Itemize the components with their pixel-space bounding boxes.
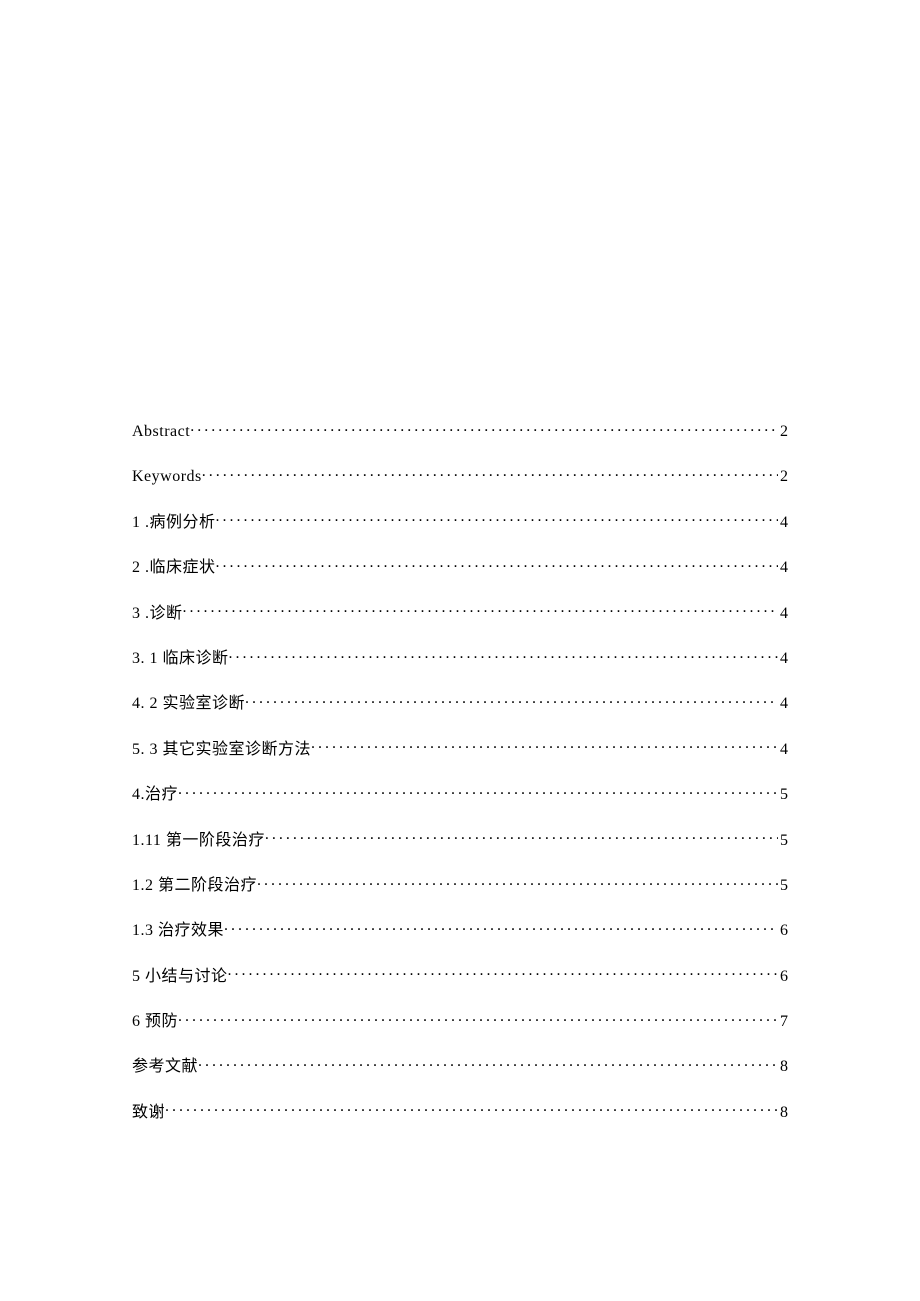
toc-page-number: 6 (778, 966, 788, 988)
toc-leader-dots (228, 965, 778, 981)
toc-entry: 1.11 第一阶段治疗 5 (132, 829, 788, 852)
toc-entry: 1.2 第二阶段治疗 5 (132, 874, 788, 897)
toc-leader-dots (216, 556, 778, 572)
toc-entry: 1 .病例分析 4 (132, 511, 788, 534)
toc-title: 5. 3 其它实验室诊断方法 (132, 739, 311, 761)
table-of-contents: Abstract 2 Keywords 2 1 .病例分析 4 2 .临床症状 … (132, 420, 788, 1124)
toc-page-number: 5 (778, 784, 788, 806)
toc-title: 致谢 (132, 1102, 165, 1124)
toc-leader-dots (216, 511, 778, 527)
toc-title: 5 小结与讨论 (132, 966, 228, 988)
toc-page-number: 8 (778, 1056, 788, 1078)
toc-leader-dots (265, 829, 778, 845)
toc-title: 参考文献 (132, 1056, 198, 1078)
toc-leader-dots (229, 647, 778, 663)
toc-entry: 4. 2 实验室诊断 4 (132, 692, 788, 715)
toc-entry: 5 小结与讨论 6 (132, 965, 788, 988)
toc-page-number: 4 (778, 557, 788, 579)
toc-title: 1 .病例分析 (132, 512, 216, 534)
toc-title: 4.治疗 (132, 784, 178, 806)
toc-page-number: 5 (778, 875, 788, 897)
toc-page-number: 4 (778, 739, 788, 761)
toc-page-number: 4 (778, 603, 788, 625)
toc-page-number: 2 (778, 421, 788, 443)
toc-entry: Keywords 2 (132, 465, 788, 488)
toc-entry: 3. 1 临床诊断 4 (132, 647, 788, 670)
toc-entry: 2 .临床症状 4 (132, 556, 788, 579)
toc-leader-dots (198, 1055, 778, 1071)
toc-entry: 致谢 8 (132, 1101, 788, 1124)
toc-page-number: 4 (778, 512, 788, 534)
toc-page-number: 4 (778, 648, 788, 670)
toc-page-number: 5 (778, 830, 788, 852)
toc-leader-dots (257, 874, 778, 890)
toc-page-number: 8 (778, 1102, 788, 1124)
toc-entry: 5. 3 其它实验室诊断方法 4 (132, 738, 788, 761)
toc-entry: 参考文献 8 (132, 1055, 788, 1078)
toc-entry: 6 预防 7 (132, 1010, 788, 1033)
toc-title: 6 预防 (132, 1011, 178, 1033)
toc-page-number: 7 (778, 1011, 788, 1033)
toc-entry: 3 .诊断 4 (132, 602, 788, 625)
toc-title: 1.11 第一阶段治疗 (132, 830, 265, 852)
toc-title: 4. 2 实验室诊断 (132, 693, 245, 715)
toc-title: Keywords (132, 466, 202, 488)
toc-title: 1.2 第二阶段治疗 (132, 875, 257, 897)
toc-leader-dots (183, 602, 778, 618)
toc-title: 1.3 治疗效果 (132, 920, 224, 942)
toc-title: 2 .临床症状 (132, 557, 216, 579)
toc-page-number: 2 (778, 466, 788, 488)
toc-entry: 1.3 治疗效果 6 (132, 919, 788, 942)
toc-entry: 4.治疗 5 (132, 783, 788, 806)
toc-leader-dots (202, 465, 778, 481)
toc-leader-dots (245, 692, 778, 708)
toc-page-number: 6 (778, 920, 788, 942)
toc-leader-dots (178, 1010, 778, 1026)
toc-title: Abstract (132, 421, 190, 443)
toc-leader-dots (190, 420, 778, 436)
toc-title: 3 .诊断 (132, 603, 183, 625)
toc-title: 3. 1 临床诊断 (132, 648, 229, 670)
toc-leader-dots (178, 783, 778, 799)
toc-entry: Abstract 2 (132, 420, 788, 443)
toc-leader-dots (311, 738, 778, 754)
toc-leader-dots (224, 919, 778, 935)
toc-page-number: 4 (778, 693, 788, 715)
toc-leader-dots (165, 1101, 778, 1117)
